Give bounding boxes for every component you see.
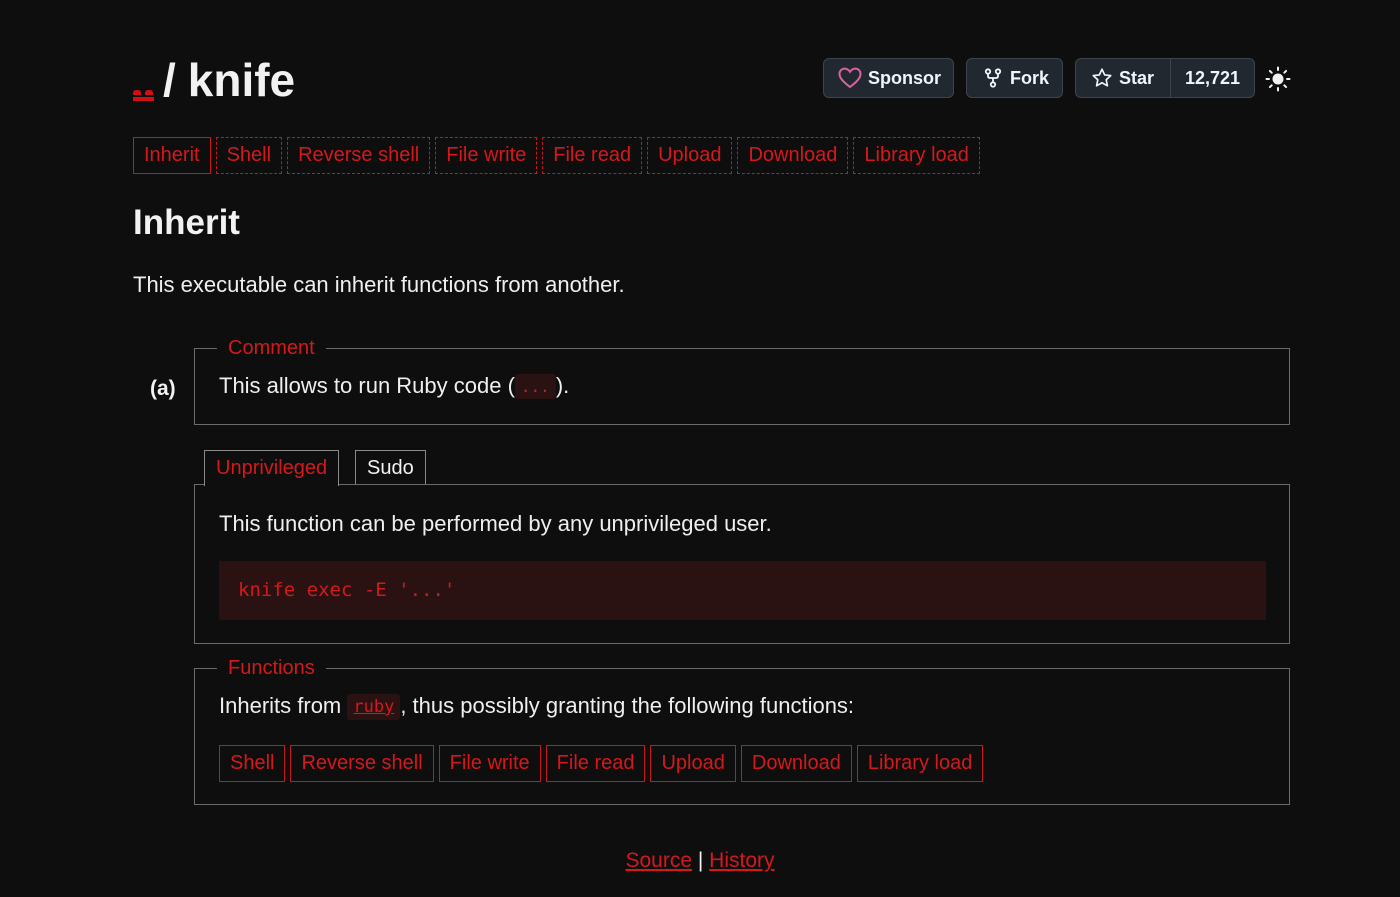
history-link[interactable]: History bbox=[709, 849, 774, 872]
footer-separator: | bbox=[697, 849, 704, 872]
nav-tag-shell[interactable]: Shell bbox=[215, 137, 283, 174]
function-tag-reverse-shell[interactable]: Reverse shell bbox=[290, 745, 434, 782]
site-title: / knife bbox=[133, 56, 295, 104]
section-description: This executable can inherit functions fr… bbox=[133, 272, 625, 297]
comment-text-after: ). bbox=[555, 373, 570, 398]
star-icon bbox=[1091, 67, 1113, 89]
function-tag-library-load[interactable]: Library load bbox=[856, 745, 984, 782]
sponsor-label: Sponsor bbox=[868, 67, 942, 88]
nav-tag-reverse-shell[interactable]: Reverse shell bbox=[287, 137, 431, 174]
tab-panel-unprivileged: This function can be performed by any un… bbox=[194, 484, 1290, 644]
nav-tag-download[interactable]: Download bbox=[737, 137, 849, 174]
section-title: Inherit bbox=[133, 203, 240, 242]
star-label: Star bbox=[1119, 67, 1155, 88]
logo[interactable] bbox=[133, 56, 155, 104]
page: / knife Sponsor Fork Star 12,721 Inherit… bbox=[0, 0, 1400, 897]
nav-tag-inherit[interactable]: Inherit bbox=[133, 137, 211, 174]
nav-tag-file-read[interactable]: File read bbox=[542, 137, 643, 174]
tab-unprivileged[interactable]: Unprivileged bbox=[204, 450, 340, 486]
functions-legend: Functions bbox=[217, 655, 326, 681]
entry-label: (a) bbox=[150, 377, 176, 400]
functions-text-after: , thus possibly granting the following f… bbox=[400, 693, 855, 718]
function-tag-download[interactable]: Download bbox=[740, 745, 852, 782]
function-nav: Inherit Shell Reverse shell File write F… bbox=[133, 137, 980, 174]
comment-box: Comment This allows to run Ruby code (..… bbox=[194, 335, 1290, 425]
source-link[interactable]: Source bbox=[625, 849, 692, 872]
nav-tag-file-write[interactable]: File write bbox=[435, 137, 538, 174]
sponsor-button[interactable]: Sponsor bbox=[823, 58, 954, 98]
comment-legend: Comment bbox=[217, 335, 326, 361]
nav-tag-library-load[interactable]: Library load bbox=[853, 137, 980, 174]
tab-sudo[interactable]: Sudo bbox=[355, 450, 426, 485]
logo-mouth bbox=[133, 97, 154, 101]
privilege-text: This function can be performed by any un… bbox=[219, 511, 772, 536]
fork-label: Fork bbox=[1010, 67, 1050, 88]
function-tag-shell[interactable]: Shell bbox=[219, 745, 286, 782]
logo-eye-right bbox=[145, 90, 153, 95]
functions-box: Functions Inherits from ruby, thus possi… bbox=[194, 655, 1290, 805]
star-button[interactable]: Star bbox=[1076, 59, 1171, 97]
star-button-group: Star 12,721 bbox=[1075, 58, 1255, 98]
nav-tag-upload[interactable]: Upload bbox=[647, 137, 733, 174]
comment-code: ... bbox=[514, 374, 556, 399]
function-tag-file-read[interactable]: File read bbox=[545, 745, 646, 782]
star-count[interactable]: 12,721 bbox=[1171, 68, 1254, 89]
binary-name: knife bbox=[187, 54, 296, 106]
comment-text-before: This allows to run Ruby code ( bbox=[219, 373, 515, 398]
function-tags: Shell Reverse shell File write File read… bbox=[219, 745, 984, 782]
functions-text-before: Inherits from bbox=[219, 693, 348, 718]
sun-icon[interactable] bbox=[1265, 66, 1291, 92]
function-tag-file-write[interactable]: File write bbox=[438, 745, 541, 782]
fork-button[interactable]: Fork bbox=[966, 58, 1063, 98]
function-tag-upload[interactable]: Upload bbox=[650, 745, 736, 782]
command-code-block[interactable]: knife exec -E '...' bbox=[219, 561, 1266, 620]
title-separator: / bbox=[163, 54, 176, 106]
footer: Source | History bbox=[0, 849, 1400, 873]
ruby-link[interactable]: ruby bbox=[347, 694, 401, 720]
comment-text: This allows to run Ruby code (...). bbox=[219, 373, 569, 399]
logo-eye-left bbox=[133, 90, 141, 95]
heart-icon bbox=[838, 67, 862, 89]
repo-forked-icon bbox=[984, 68, 1002, 88]
functions-text: Inherits from ruby, thus possibly granti… bbox=[219, 693, 854, 720]
